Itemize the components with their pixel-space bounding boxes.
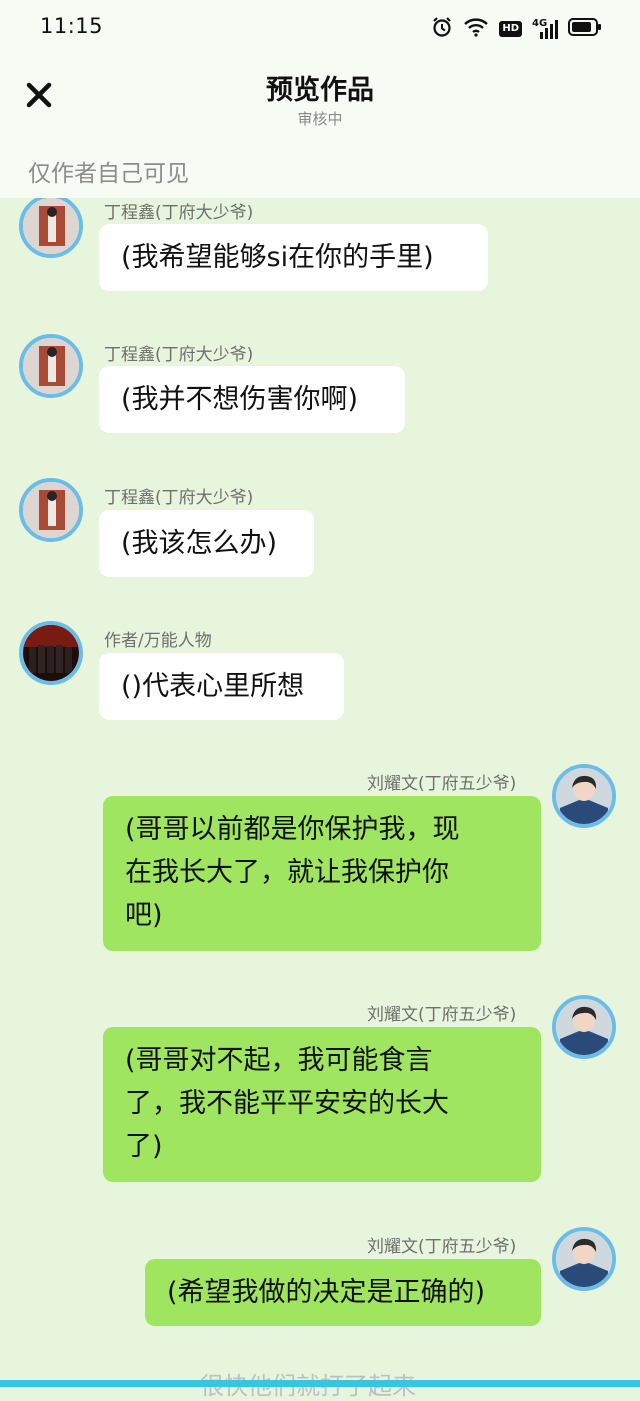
chat-message: 丁程鑫(丁府大少爷) (我希望能够si在你的手里) (0, 198, 640, 298)
avatar[interactable] (552, 995, 616, 1059)
avatar[interactable] (552, 764, 616, 828)
header: 预览作品 审核中 (0, 56, 640, 142)
avatar[interactable] (19, 198, 83, 258)
sender-name: 丁程鑫(丁府大少爷) (104, 345, 254, 365)
chat-message: 刘耀文(丁府五少爷) (希望我做的决定是正确的) (0, 1227, 640, 1327)
sender-name: 丁程鑫(丁府大少爷) (104, 488, 254, 508)
status-bar: 11:15 HD 4G (0, 0, 640, 56)
message-bubble[interactable]: (我并不想伤害你啊) (99, 366, 405, 433)
message-bubble[interactable]: (哥哥对不起，我可能食言 了，我不能平平安安的长大 了) (103, 1027, 541, 1182)
bubble-line: (哥哥以前都是你保护我，现 (125, 814, 460, 845)
chat-message: 丁程鑫(丁府大少爷) (我该怎么办) (0, 478, 640, 578)
avatar[interactable] (552, 1227, 616, 1291)
sender-name: 刘耀文(丁府五少爷) (367, 1237, 517, 1257)
message-bubble[interactable]: (我希望能够si在你的手里) (99, 224, 488, 291)
status-time: 11:15 (40, 14, 104, 38)
wifi-icon (463, 17, 489, 41)
status-icons: HD 4G (431, 16, 602, 42)
page-title: 预览作品 (266, 75, 374, 106)
bubble-line: 吧) (125, 900, 163, 931)
chat-area[interactable]: 丁程鑫(丁府大少爷) (我希望能够si在你的手里) 丁程鑫(丁府大少爷) (我并… (0, 198, 640, 1387)
bubble-line: (哥哥对不起，我可能食言 (125, 1045, 433, 1076)
bottom-accent-bar (0, 1380, 640, 1387)
battery-icon (568, 18, 602, 40)
sender-name: 刘耀文(丁府五少爷) (367, 774, 517, 794)
avatar[interactable] (19, 478, 83, 542)
avatar[interactable] (19, 334, 83, 398)
chat-message: 丁程鑫(丁府大少爷) (我并不想伤害你啊) (0, 334, 640, 434)
bubble-line: 了，我不能平平安安的长大 (125, 1088, 449, 1119)
hd-icon: HD (499, 21, 522, 37)
bubble-line: 在我长大了，就让我保护你 (125, 857, 449, 888)
sender-name: 丁程鑫(丁府大少爷) (104, 203, 254, 223)
sender-name: 刘耀文(丁府五少爷) (367, 1005, 517, 1025)
chat-message: 作者/万能人物 ()代表心里所想 (0, 621, 640, 721)
review-status: 审核中 (297, 110, 343, 128)
bubble-line: 了) (125, 1131, 163, 1162)
signal-4g-icon: 4G (532, 19, 558, 39)
chat-message: 刘耀文(丁府五少爷) (哥哥以前都是你保护我，现 在我长大了，就让我保护你 吧) (0, 764, 640, 964)
alarm-icon (431, 16, 453, 42)
chat-message: 刘耀文(丁府五少爷) (哥哥对不起，我可能食言 了，我不能平平安安的长大 了) (0, 995, 640, 1195)
visibility-bar: 仅作者自己可见 (0, 142, 640, 198)
message-bubble[interactable]: (希望我做的决定是正确的) (145, 1259, 541, 1326)
visibility-note: 仅作者自己可见 (28, 161, 189, 187)
sender-name: 作者/万能人物 (104, 631, 212, 651)
message-bubble[interactable]: (哥哥以前都是你保护我，现 在我长大了，就让我保护你 吧) (103, 796, 541, 951)
message-bubble[interactable]: ()代表心里所想 (99, 653, 344, 720)
avatar[interactable] (19, 621, 83, 685)
message-bubble[interactable]: (我该怎么办) (99, 510, 314, 577)
